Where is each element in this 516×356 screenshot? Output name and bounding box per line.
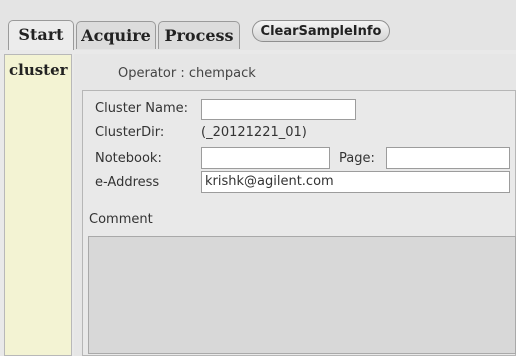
page-input[interactable] bbox=[386, 147, 510, 169]
cluster-dir-label: ClusterDir: bbox=[95, 125, 165, 140]
tab-bar: Start Acquire Process ClearSampleInfo bbox=[0, 0, 516, 50]
comment-label: Comment bbox=[89, 212, 153, 227]
cluster-dir-value: (_20121221_01) bbox=[201, 125, 307, 140]
notebook-input[interactable] bbox=[201, 147, 330, 169]
email-input[interactable]: krishk@agilent.com bbox=[201, 171, 510, 193]
cluster-list-panel: cluster bbox=[4, 54, 72, 356]
tab-process[interactable]: Process bbox=[158, 21, 240, 49]
cluster-label[interactable]: cluster bbox=[9, 61, 68, 79]
notebook-label: Notebook: bbox=[95, 151, 162, 166]
email-label: e-Address bbox=[95, 175, 160, 190]
cluster-name-label: Cluster Name: bbox=[95, 101, 189, 116]
tab-start[interactable]: Start bbox=[8, 20, 74, 50]
clear-sample-info-button[interactable]: ClearSampleInfo bbox=[252, 20, 390, 42]
cluster-name-input[interactable] bbox=[201, 99, 356, 120]
tab-acquire[interactable]: Acquire bbox=[76, 21, 156, 49]
comment-textarea[interactable] bbox=[88, 236, 516, 354]
page-label: Page: bbox=[339, 151, 375, 166]
operator-text: Operator : chempack bbox=[118, 66, 256, 81]
